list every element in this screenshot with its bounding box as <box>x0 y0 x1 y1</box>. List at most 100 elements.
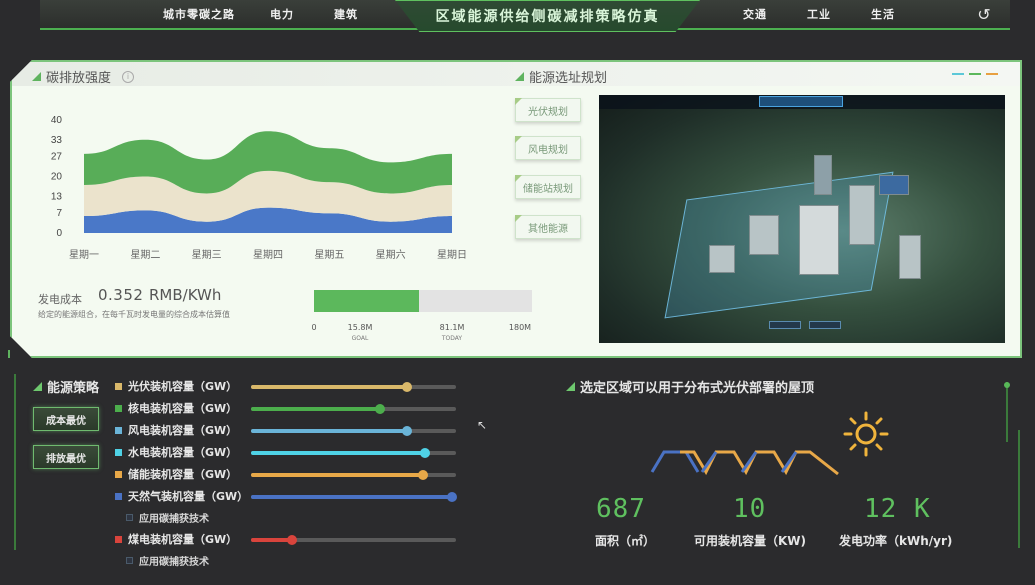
map-building <box>879 175 909 195</box>
siting-title-text: 能源选址规划 <box>529 71 608 86</box>
progress-tick: 0 <box>311 323 317 332</box>
capacity-label: 水电装机容量（GW） <box>115 444 237 460</box>
title-marker-icon <box>33 382 42 391</box>
legend-dashes <box>952 73 998 75</box>
x-tick-label: 星期三 <box>192 249 222 261</box>
nav-item-transport[interactable]: 交通 <box>743 6 767 22</box>
cost-optimal-button[interactable]: 成本最优 <box>33 407 99 431</box>
rooftop-title: 选定区域可以用于分布式光伏部署的屋顶 <box>566 377 814 396</box>
capacity-label-text: 风电装机容量（GW） <box>128 424 238 437</box>
capacity-slider[interactable] <box>251 448 456 458</box>
top-panel: 碳排放强度 i 能源选址规划 0 7 13 20 27 33 40 星期一 星期二 星期三 星期四 星… <box>10 60 1022 358</box>
map-building <box>709 245 735 273</box>
progress-tick: 15.8M <box>347 323 373 332</box>
map-button[interactable] <box>769 321 801 329</box>
capacity-slider-fill <box>251 495 452 499</box>
nav-item-power[interactable]: 电力 <box>270 6 294 22</box>
title-marker-icon <box>566 382 575 391</box>
capacity-slider-knob[interactable] <box>446 492 457 502</box>
plan-button-storage[interactable]: 储能站规划 <box>515 175 581 199</box>
emission-optimal-button[interactable]: 排放最优 <box>33 445 99 469</box>
frame-accent <box>1006 382 1008 442</box>
capacity-slider-fill <box>251 407 381 411</box>
progress-tick: 180M <box>508 323 532 332</box>
capacity-label-text: 天然气装机容量（GW） <box>128 490 249 503</box>
capacity-color-swatch <box>115 492 122 500</box>
nav-item-building[interactable]: 建筑 <box>334 6 358 22</box>
map-button[interactable] <box>809 321 841 329</box>
capacity-label-text: 煤电装机容量（GW） <box>128 533 238 546</box>
x-tick-label: 星期二 <box>130 249 160 261</box>
progress-tick-sub: GOAL <box>351 335 369 342</box>
nav-item-zero-carbon[interactable]: 城市零碳之路 <box>163 6 235 22</box>
capacity-slider-knob[interactable] <box>401 426 412 436</box>
title-marker-icon <box>32 72 41 81</box>
x-tick-label: 星期五 <box>314 249 344 261</box>
capacity-color-swatch <box>115 382 122 390</box>
capacity-label: 煤电装机容量（GW） <box>115 531 237 547</box>
ccs-checkbox[interactable] <box>126 514 133 521</box>
area-label: 面积（㎡） <box>595 534 656 548</box>
capacity-slider[interactable] <box>251 404 456 414</box>
back-arrow-icon[interactable]: ↺ <box>975 6 993 24</box>
capacity-label: 储能装机容量（GW） <box>115 466 237 482</box>
capacity-slider[interactable] <box>251 492 457 502</box>
carbon-area-chart: 0 7 13 20 27 33 40 星期一 星期二 星期三 星期四 星期五 星期六 星期日 <box>32 102 492 277</box>
frame-dot <box>1004 382 1010 388</box>
capacity-slider-knob[interactable] <box>420 448 431 458</box>
capacity-slider-knob[interactable] <box>375 404 386 414</box>
legend-dash <box>986 73 998 75</box>
y-tick-label: 33 <box>51 135 63 146</box>
nav-item-industry[interactable]: 工业 <box>807 6 831 22</box>
plan-button-wind[interactable]: 风电规划 <box>515 136 581 160</box>
capacity-slider-knob[interactable] <box>418 470 429 480</box>
gen-cost-unit: RMB/KWh <box>149 286 222 304</box>
city-3d-map[interactable] <box>599 95 1005 343</box>
x-tick-label: 星期日 <box>437 249 467 261</box>
y-tick-label: 20 <box>51 172 63 183</box>
plan-button-solar[interactable]: 光伏规划 <box>515 98 581 122</box>
capacity-slider-knob[interactable] <box>401 382 412 392</box>
capacity-label-text: 储能装机容量（GW） <box>128 468 238 481</box>
page-title: 区域能源供给侧碳减排策略仿真 <box>395 0 700 32</box>
progress-tick-sub: TODAY <box>441 335 463 342</box>
map-title-badge <box>759 96 843 107</box>
frame-accent <box>8 350 10 358</box>
gen-cost-value: 0.352 <box>98 286 144 304</box>
capacity-slider-fill <box>251 451 426 455</box>
power-value: 12 K <box>864 494 931 524</box>
nav-item-life[interactable]: 生活 <box>871 6 895 22</box>
info-icon[interactable]: i <box>122 71 134 83</box>
capacity-label-text: 核电装机容量（GW） <box>128 402 238 415</box>
mouse-cursor-icon: ↖ <box>477 418 488 432</box>
capacity-color-swatch <box>115 535 122 543</box>
capacity-label-text: 光伏装机容量（GW） <box>128 380 238 393</box>
plan-button-other[interactable]: 其他能源 <box>515 215 581 239</box>
ccs-label: 应用碳捕获技术 <box>139 514 209 525</box>
ccs-option-gas[interactable]: 应用碳捕获技术 <box>126 510 209 525</box>
y-tick-label: 40 <box>51 115 63 126</box>
strategy-title: 能源策略 <box>33 377 99 396</box>
capacity-slider[interactable] <box>251 470 456 480</box>
map-building <box>899 235 921 279</box>
capacity-color-swatch <box>115 404 122 412</box>
capacity-slider[interactable] <box>251 535 456 545</box>
capacity-value: 10 <box>733 494 767 524</box>
capacity-slider-fill <box>251 538 292 542</box>
cost-progress-fill <box>314 290 419 312</box>
capacity-slider[interactable] <box>251 382 456 392</box>
map-building <box>799 205 839 275</box>
y-tick-label: 27 <box>51 152 63 163</box>
siting-title: 能源选址规划 <box>515 67 607 86</box>
y-tick-label: 13 <box>51 191 63 202</box>
ccs-checkbox[interactable] <box>126 557 133 564</box>
capacity-slider-knob[interactable] <box>287 535 297 545</box>
legend-dash <box>969 73 981 75</box>
ccs-option-coal[interactable]: 应用碳捕获技术 <box>126 553 209 568</box>
capacity-label: 可用装机容量（KW) <box>694 534 807 548</box>
capacity-slider[interactable] <box>251 426 456 436</box>
map-building <box>749 215 779 255</box>
cost-progress-bar <box>314 290 532 312</box>
carbon-title: 碳排放强度 i <box>32 67 134 86</box>
rooftop-icon <box>650 450 839 476</box>
